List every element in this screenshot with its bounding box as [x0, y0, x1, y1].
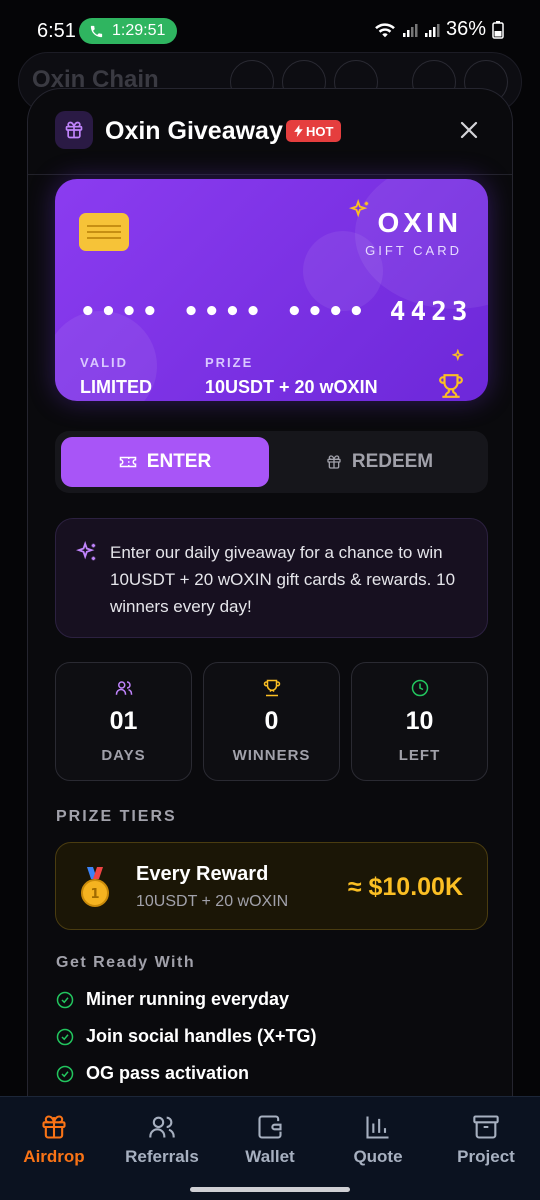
sparkle-icon [349, 199, 369, 218]
battery-icon [492, 20, 504, 39]
tier-name: Every Reward [136, 863, 269, 885]
ticket-icon [119, 456, 137, 468]
trophy-icon [439, 374, 463, 398]
phone-icon [90, 25, 103, 37]
checklist-item: OG pass activation [56, 1063, 249, 1084]
info-banner: Enter our daily giveaway for a chance to… [55, 518, 488, 638]
card-chip [79, 213, 129, 251]
nav-airdrop[interactable]: Airdrop [0, 1113, 108, 1167]
users-icon [149, 1116, 175, 1138]
status-time: 6:51 [37, 20, 76, 42]
check-circle-icon [56, 1028, 74, 1045]
ongoing-call-pill[interactable]: 1:29:51 [79, 18, 177, 44]
checklist-item-label: Join social handles (X+TG) [86, 1026, 317, 1046]
status-bar: 6:51 1:29:51 36% [0, 0, 540, 60]
tier-value: ≈ $10.00K [347, 873, 463, 901]
prize-value: 10USDT + 20 wOXIN [205, 377, 378, 397]
stat-winners-value: 0 [264, 707, 279, 735]
tab-redeem[interactable]: REDEEM [277, 437, 482, 487]
tab-redeem-label: REDEEM [351, 451, 434, 472]
chart-icon [366, 1116, 389, 1139]
card-subtitle: GIFT CARD [365, 243, 462, 258]
stat-winners-label: WINNERS [232, 747, 311, 764]
giveaway-modal: Oxin Giveaway HOT OXIN GIFT CARD •••• ••… [27, 88, 513, 1148]
sparkle-icon [76, 541, 96, 561]
nav-quote[interactable]: Quote [324, 1113, 432, 1167]
tier-description: 10USDT + 20 wOXIN [136, 893, 289, 910]
hot-badge: HOT [286, 120, 342, 142]
stat-days-value: 01 [109, 707, 138, 735]
home-indicator[interactable] [190, 1187, 350, 1192]
tab-enter[interactable]: ENTER [61, 437, 269, 487]
modal-header: Oxin Giveaway HOT [28, 89, 512, 175]
checklist-item-label: OG pass activation [86, 1063, 250, 1083]
modal-title: Oxin Giveaway [105, 117, 283, 145]
users-icon [115, 681, 132, 695]
clock-icon [411, 679, 428, 697]
bolt-icon [294, 125, 303, 137]
check-circle-icon [56, 991, 74, 1008]
prize-tiers-heading: PRIZE TIERS [56, 808, 177, 825]
valid-label: VALID [80, 355, 129, 370]
check-circle-icon [56, 1065, 74, 1082]
gift-icon [327, 455, 341, 469]
medal-icon: 1 [81, 867, 109, 907]
active-indicator [52, 1117, 56, 1121]
nav-referrals-label: Referrals [125, 1147, 199, 1166]
tab-enter-label: ENTER [146, 451, 212, 472]
close-button[interactable] [456, 117, 482, 143]
call-timer: 1:29:51 [112, 22, 166, 39]
info-text: Enter our daily giveaway for a chance to… [110, 543, 456, 616]
hot-badge-label: HOT [306, 123, 334, 139]
stat-left: 10 LEFT [351, 662, 488, 781]
signal-icon-2 [424, 23, 440, 37]
valid-value: LIMITED [80, 377, 152, 397]
close-icon [460, 121, 478, 139]
stat-days-label: DAYS [101, 747, 146, 764]
nav-project[interactable]: Project [432, 1113, 540, 1167]
nav-project-label: Project [457, 1147, 515, 1166]
nav-wallet[interactable]: Wallet [216, 1113, 324, 1167]
wifi-icon [375, 22, 395, 37]
checklist-item-label: Miner running everyday [86, 989, 290, 1009]
ready-heading: Get Ready With [56, 954, 196, 971]
giveaway-tabs: ENTER REDEEM [55, 431, 488, 493]
battery-percent: 36% [445, 18, 486, 40]
prize-tier-card: 1 Every Reward 10USDT + 20 wOXIN ≈ $10.0… [55, 842, 488, 930]
archive-icon [473, 1115, 499, 1139]
wallet-icon [258, 1115, 282, 1139]
nav-airdrop-label: Airdrop [23, 1147, 85, 1166]
card-number: •••• •••• •••• 4423 [80, 297, 473, 327]
nav-wallet-label: Wallet [245, 1147, 295, 1166]
prize-label: PRIZE [205, 355, 254, 370]
stat-left-label: LEFT [398, 747, 441, 764]
gift-icon [55, 111, 93, 149]
system-icons: 36% [374, 18, 504, 41]
stat-left-value: 10 [405, 707, 434, 735]
stat-winners: 0 WINNERS [203, 662, 340, 781]
svg-text:1: 1 [90, 887, 99, 902]
signal-icon [402, 23, 418, 37]
trophy-icon [263, 679, 280, 697]
checklist-item: Join social handles (X+TG) [56, 1026, 317, 1047]
bottom-nav: Airdrop Referrals Wallet Quote Project [0, 1096, 540, 1200]
checklist-item: Miner running everyday [56, 989, 289, 1010]
sparkle-icon [452, 349, 465, 362]
stat-days: 01 DAYS [55, 662, 192, 781]
nav-referrals[interactable]: Referrals [108, 1113, 216, 1167]
nav-quote-label: Quote [353, 1147, 403, 1166]
card-brand: OXIN [377, 207, 462, 238]
gift-card: OXIN GIFT CARD •••• •••• •••• 4423 VALID… [55, 179, 488, 401]
